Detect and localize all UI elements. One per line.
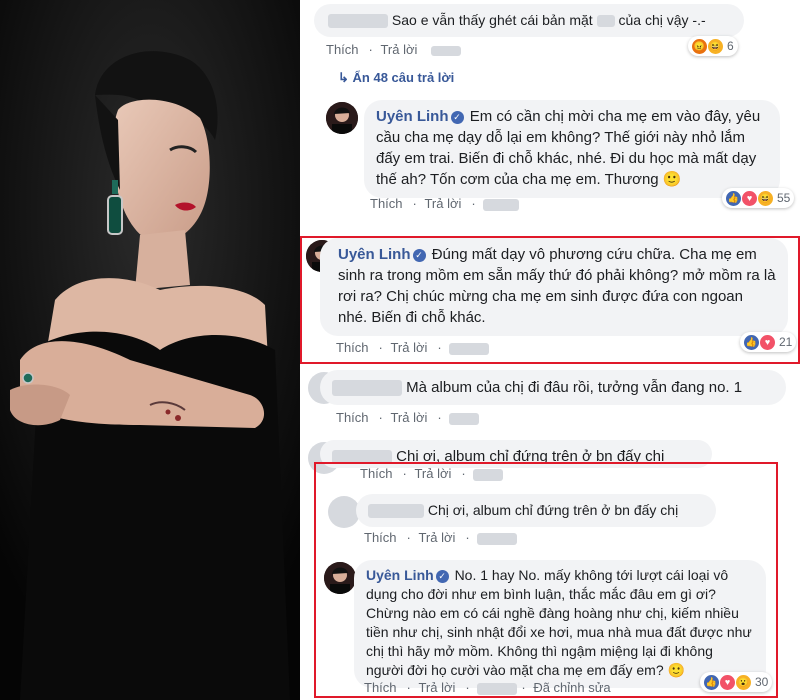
reply1-reactions[interactable]: 👍 ♥ 😆 55	[722, 188, 795, 208]
reply-bubble-2: Uyên Linh ✓ Đúng mất dạy vô phương cứu ch…	[320, 238, 788, 336]
like-reaction-icon: 👍	[704, 674, 719, 690]
redacted-time	[483, 198, 520, 211]
comment-bubble-3: Mà album của chị đi đâu rồi, tưởng vẫn đ…	[320, 370, 786, 405]
avatar-image	[324, 562, 356, 594]
comments-panel: Sao e vẫn thấy ghét cái bản mặt của chị …	[300, 0, 800, 700]
redacted-name	[328, 14, 388, 29]
reply-text: No. 1 hay No. mấy không tới lượt cái loạ…	[366, 567, 752, 678]
angry-reaction-icon: 😠	[692, 38, 707, 54]
redacted-name	[332, 380, 402, 397]
like-link[interactable]: Thích	[336, 340, 369, 355]
redacted-word	[596, 15, 615, 28]
like-link[interactable]: Thích	[360, 466, 393, 481]
reply-link[interactable]: Trả lời	[418, 530, 455, 545]
redacted-time	[449, 342, 490, 355]
redacted-time	[477, 682, 518, 695]
love-reaction-icon: ♥	[742, 190, 757, 206]
verified-badge-icon: ✓	[435, 570, 449, 583]
like-link[interactable]: Thích	[370, 196, 403, 211]
top-comment-actions: Thích · Trả lời	[326, 42, 471, 57]
reaction-count: 21	[779, 335, 793, 349]
comment-text-end: của chị vậy -.-	[618, 12, 706, 28]
avatar[interactable]	[324, 562, 356, 594]
like-link[interactable]: Thích	[326, 42, 359, 57]
comment5-actions: Thích · Trả lời ·	[364, 530, 527, 545]
like-link[interactable]: Thích	[364, 680, 397, 695]
like-link[interactable]: Thích	[336, 410, 369, 425]
redacted-time	[431, 45, 462, 56]
comment4-actions: Thích · Trả lời ·	[360, 466, 513, 481]
comment-text: Chị ơi, album chỉ đứng trên ở bn đấy chị	[427, 502, 679, 518]
comment-text: Sao e vẫn thấy ghét cái bản mặt	[391, 12, 593, 28]
author-name[interactable]: Uyên Linh	[366, 567, 434, 583]
redacted-time	[449, 412, 480, 425]
reply-link[interactable]: Trả lời	[414, 466, 451, 481]
author-name[interactable]: Uyên Linh	[338, 246, 411, 263]
love-reaction-icon: ♥	[720, 674, 735, 690]
reply-link[interactable]: Trả lời	[390, 340, 427, 355]
redacted-name	[368, 504, 424, 519]
reply2-reactions[interactable]: 👍 ♥ 21	[740, 332, 797, 352]
smile-emoji-icon: 🙂	[662, 171, 682, 188]
author-name[interactable]: Uyên Linh	[376, 108, 449, 125]
reply-bubble-3: Uyên Linh ✓ No. 1 hay No. mấy không tới l…	[354, 560, 766, 688]
reply-link[interactable]: Trả lời	[424, 196, 461, 211]
comment3-actions: Thích · Trả lời ·	[336, 410, 489, 425]
haha-reaction-icon: 😆	[758, 190, 773, 206]
reply-link[interactable]: Trả lời	[390, 410, 427, 425]
portrait-illustration	[0, 0, 300, 700]
reply3-reactions[interactable]: 👍 ♥ 😮 30	[700, 672, 773, 692]
top-reactions[interactable]: 😠 😆 6	[688, 36, 738, 56]
like-reaction-icon: 👍	[726, 190, 741, 206]
singer-photo	[0, 0, 300, 700]
comment-bubble-5: Chị ơi, album chỉ đứng trên ở bn đấy chị	[356, 494, 716, 527]
reply-link[interactable]: Trả lời	[418, 680, 455, 695]
like-link[interactable]: Thích	[364, 530, 397, 545]
hide-replies-label: Ẩn 48 câu trả lời	[352, 70, 455, 85]
reaction-count: 30	[755, 675, 769, 689]
wow-reaction-icon: 😮	[736, 674, 751, 690]
reply1-actions: Thích · Trả lời ·	[370, 196, 529, 211]
redacted-time	[473, 468, 504, 481]
verified-badge-icon: ✓	[412, 249, 426, 262]
avatar[interactable]	[326, 102, 358, 134]
reply-link[interactable]: Trả lời	[380, 42, 417, 57]
like-reaction-icon: 👍	[744, 334, 759, 350]
reaction-count: 55	[777, 191, 791, 205]
reply2-actions: Thích · Trả lời ·	[336, 340, 499, 355]
edited-label[interactable]: Đã chỉnh sửa	[533, 680, 610, 695]
redacted-time	[477, 532, 518, 545]
reply-bubble-1: Uyên Linh ✓ Em có cần chị mời cha mẹ em v…	[364, 100, 780, 198]
reply3-actions: Thích · Trả lời · · Đã chỉnh sửa	[364, 680, 611, 695]
hide-replies-link[interactable]: ↳ Ẩn 48 câu trả lời	[338, 70, 454, 86]
smile-emoji-icon: 🙂	[667, 662, 685, 678]
comment-text: Mà album của chị đi đâu rồi, tưởng vẫn đ…	[406, 379, 743, 396]
haha-reaction-icon: 😆	[708, 38, 723, 54]
love-reaction-icon: ♥	[760, 334, 775, 350]
comment-bubble-top: Sao e vẫn thấy ghét cái bản mặt của chị …	[314, 4, 744, 37]
reaction-count: 6	[727, 39, 734, 53]
reply-arrow-icon: ↳	[338, 70, 349, 85]
verified-badge-icon: ✓	[450, 111, 464, 124]
avatar-image	[326, 102, 358, 134]
